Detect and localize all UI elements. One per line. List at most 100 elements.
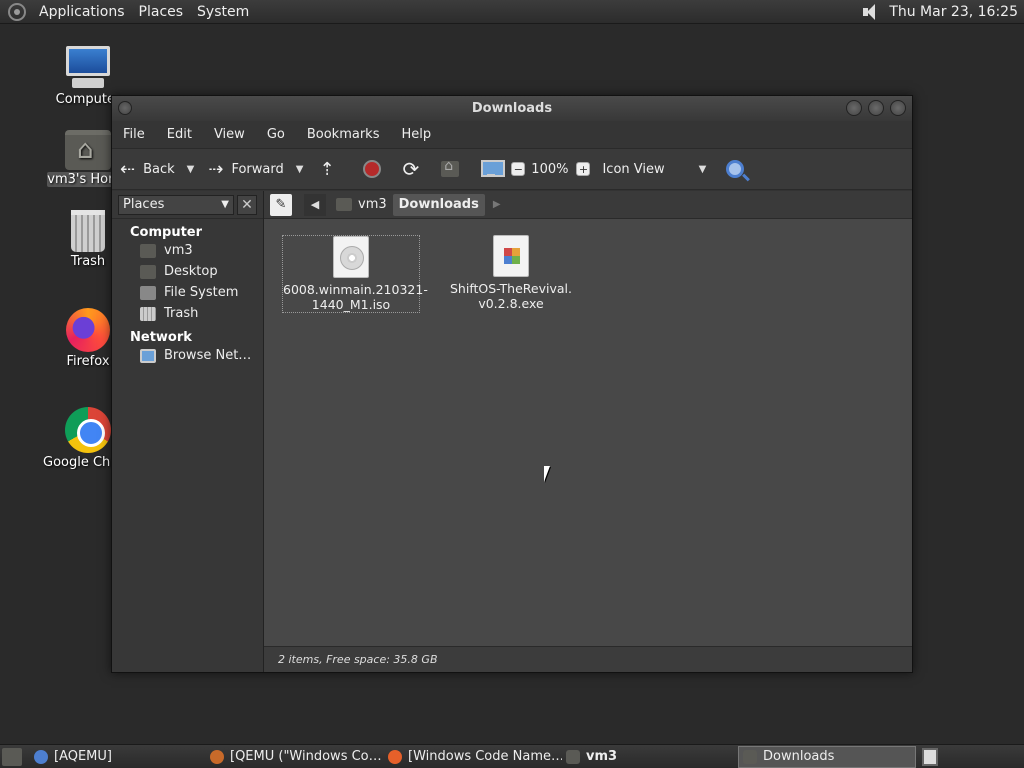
file-name-line: 1440_M1.iso — [311, 297, 391, 312]
zoom-out-icon: − — [511, 162, 526, 176]
home-folder-icon — [336, 198, 352, 211]
sidebar-item-label: vm3 — [164, 243, 193, 258]
aqemu-icon — [34, 749, 48, 764]
stop-icon — [362, 160, 381, 178]
sidebar-item-label: File System — [164, 285, 239, 300]
up-button[interactable]: ⇡ — [319, 159, 342, 180]
sidebar-section-computer: Computer — [130, 225, 203, 240]
breadcrumb-downloads[interactable]: Downloads — [392, 193, 485, 216]
task-label: [QEMU ("Windows Co… — [230, 749, 382, 764]
task-vm3[interactable]: vm3 — [562, 746, 738, 768]
executable-icon — [493, 235, 529, 277]
maximize-button[interactable] — [868, 100, 884, 116]
search-icon — [726, 160, 745, 178]
status-bar: 2 items, Free space: 35.8 GB — [264, 646, 912, 672]
mouse-cursor — [544, 466, 556, 482]
sidebar-header: Places ▼ ✕ — [112, 191, 263, 219]
task-firefox[interactable]: [Windows Code Name… — [384, 746, 562, 768]
workspace-switcher[interactable] — [922, 747, 938, 766]
sidebar-mode-select[interactable]: Places ▼ — [118, 194, 234, 215]
task-qemu[interactable]: [QEMU ("Windows Co… — [206, 746, 384, 768]
bottom-panel: [AQEMU] [QEMU ("Windows Co… [Windows Cod… — [0, 744, 1024, 768]
file-view[interactable]: ✎ ◀ vm3 Downloads ▶ 6008.winmain.210321-… — [264, 191, 912, 672]
qemu-icon — [210, 749, 224, 764]
window-controls — [846, 100, 906, 116]
up-arrow-icon: ⇡ — [319, 158, 335, 180]
home-button[interactable] — [441, 158, 460, 177]
sidebar-item-desktop[interactable]: Desktop — [112, 261, 263, 282]
menu-help[interactable]: Help — [390, 127, 442, 142]
edit-location-button[interactable]: ✎ — [270, 193, 292, 216]
chevron-down-icon: ▼ — [698, 163, 707, 175]
menu-bookmarks[interactable]: Bookmarks — [296, 127, 391, 142]
file-manager-window: Downloads File Edit View Go Bookmarks He… — [111, 95, 913, 673]
file-item[interactable]: 6008.winmain.210321- 1440_M1.iso — [282, 235, 428, 313]
stop-button[interactable] — [362, 160, 381, 178]
window-menu-button[interactable] — [118, 101, 132, 115]
chrome-icon — [65, 407, 111, 453]
zoom-in-button[interactable]: + — [576, 162, 591, 176]
window-titlebar[interactable]: Downloads — [112, 96, 912, 121]
content-area: Places ▼ ✕ Computer vm3 Desktop File Sys… — [112, 191, 912, 672]
search-button[interactable] — [726, 160, 745, 178]
firefox-icon — [66, 308, 110, 352]
desktop-folder-icon — [140, 264, 156, 279]
main-menu: Applications Places System — [0, 0, 256, 23]
network-icon — [140, 348, 156, 363]
task-label: Downloads — [763, 749, 835, 764]
task-downloads[interactable]: Downloads — [738, 745, 916, 768]
computer-icon — [64, 46, 112, 90]
zoom-level[interactable]: 100% — [531, 162, 568, 177]
sidebar-item-trash[interactable]: Trash — [112, 303, 263, 324]
volume-icon[interactable] — [859, 1, 881, 23]
task-label: [AQEMU] — [54, 749, 112, 764]
menu-system[interactable]: System — [190, 4, 256, 20]
file-name-line: 6008.winmain.210321- — [283, 282, 428, 297]
computer-icon — [481, 160, 506, 178]
sidebar-item-label: Desktop — [164, 264, 218, 279]
menu-view[interactable]: View — [203, 127, 256, 142]
home-folder-icon — [566, 749, 580, 764]
view-mode-select[interactable]: Icon View ▼ — [602, 162, 706, 177]
forward-history-dropdown[interactable]: ▼ — [296, 164, 304, 175]
breadcrumb-label: vm3 — [358, 197, 387, 212]
path-scroll-left-button[interactable]: ◀ — [304, 193, 326, 216]
sidebar-section-network: Network — [130, 330, 192, 345]
firefox-icon — [388, 749, 402, 764]
folder-icon — [743, 749, 757, 764]
sidebar-item-vm3[interactable]: vm3 — [112, 240, 263, 261]
back-label: Back — [143, 161, 175, 177]
zoom-out-button[interactable]: − — [511, 162, 526, 176]
menu-applications[interactable]: Applications — [32, 4, 132, 20]
computer-button[interactable] — [481, 160, 506, 178]
clock[interactable]: Thu Mar 23, 16:25 — [889, 4, 1024, 20]
back-button[interactable]: ⇠ Back — [120, 159, 175, 180]
trash-icon — [71, 210, 105, 252]
menu-edit[interactable]: Edit — [156, 127, 203, 142]
drive-icon — [140, 285, 156, 300]
home-icon — [441, 158, 460, 177]
close-button[interactable] — [890, 100, 906, 116]
chevron-down-icon: ▼ — [221, 199, 229, 210]
sidebar-item-label: Trash — [164, 306, 199, 321]
forward-button[interactable]: ⇢ Forward — [208, 159, 283, 180]
close-sidebar-button[interactable]: ✕ — [237, 194, 257, 215]
sidebar-item-browse-network[interactable]: Browse Net… — [112, 345, 263, 366]
sidebar-item-file-system[interactable]: File System — [112, 282, 263, 303]
minimize-button[interactable] — [846, 100, 862, 116]
show-desktop-button[interactable] — [2, 747, 22, 766]
back-history-dropdown[interactable]: ▼ — [187, 164, 195, 175]
home-folder-icon — [65, 130, 111, 170]
breadcrumb-vm3[interactable]: vm3 — [330, 194, 393, 216]
reload-icon: ⟳ — [402, 157, 420, 181]
task-aqemu[interactable]: [AQEMU] — [30, 746, 206, 768]
trash-icon — [140, 306, 156, 321]
sidebar-mode-label: Places — [123, 197, 165, 212]
menu-places[interactable]: Places — [132, 4, 191, 20]
reload-button[interactable]: ⟳ — [403, 157, 420, 181]
menu-file[interactable]: File — [112, 127, 156, 142]
menu-go[interactable]: Go — [256, 127, 296, 142]
path-scroll-right-button[interactable]: ▶ — [493, 199, 501, 210]
file-item[interactable]: ShiftOS-TheRevival. v0.2.8.exe — [442, 235, 580, 311]
gnome-foot-icon[interactable] — [8, 2, 26, 21]
